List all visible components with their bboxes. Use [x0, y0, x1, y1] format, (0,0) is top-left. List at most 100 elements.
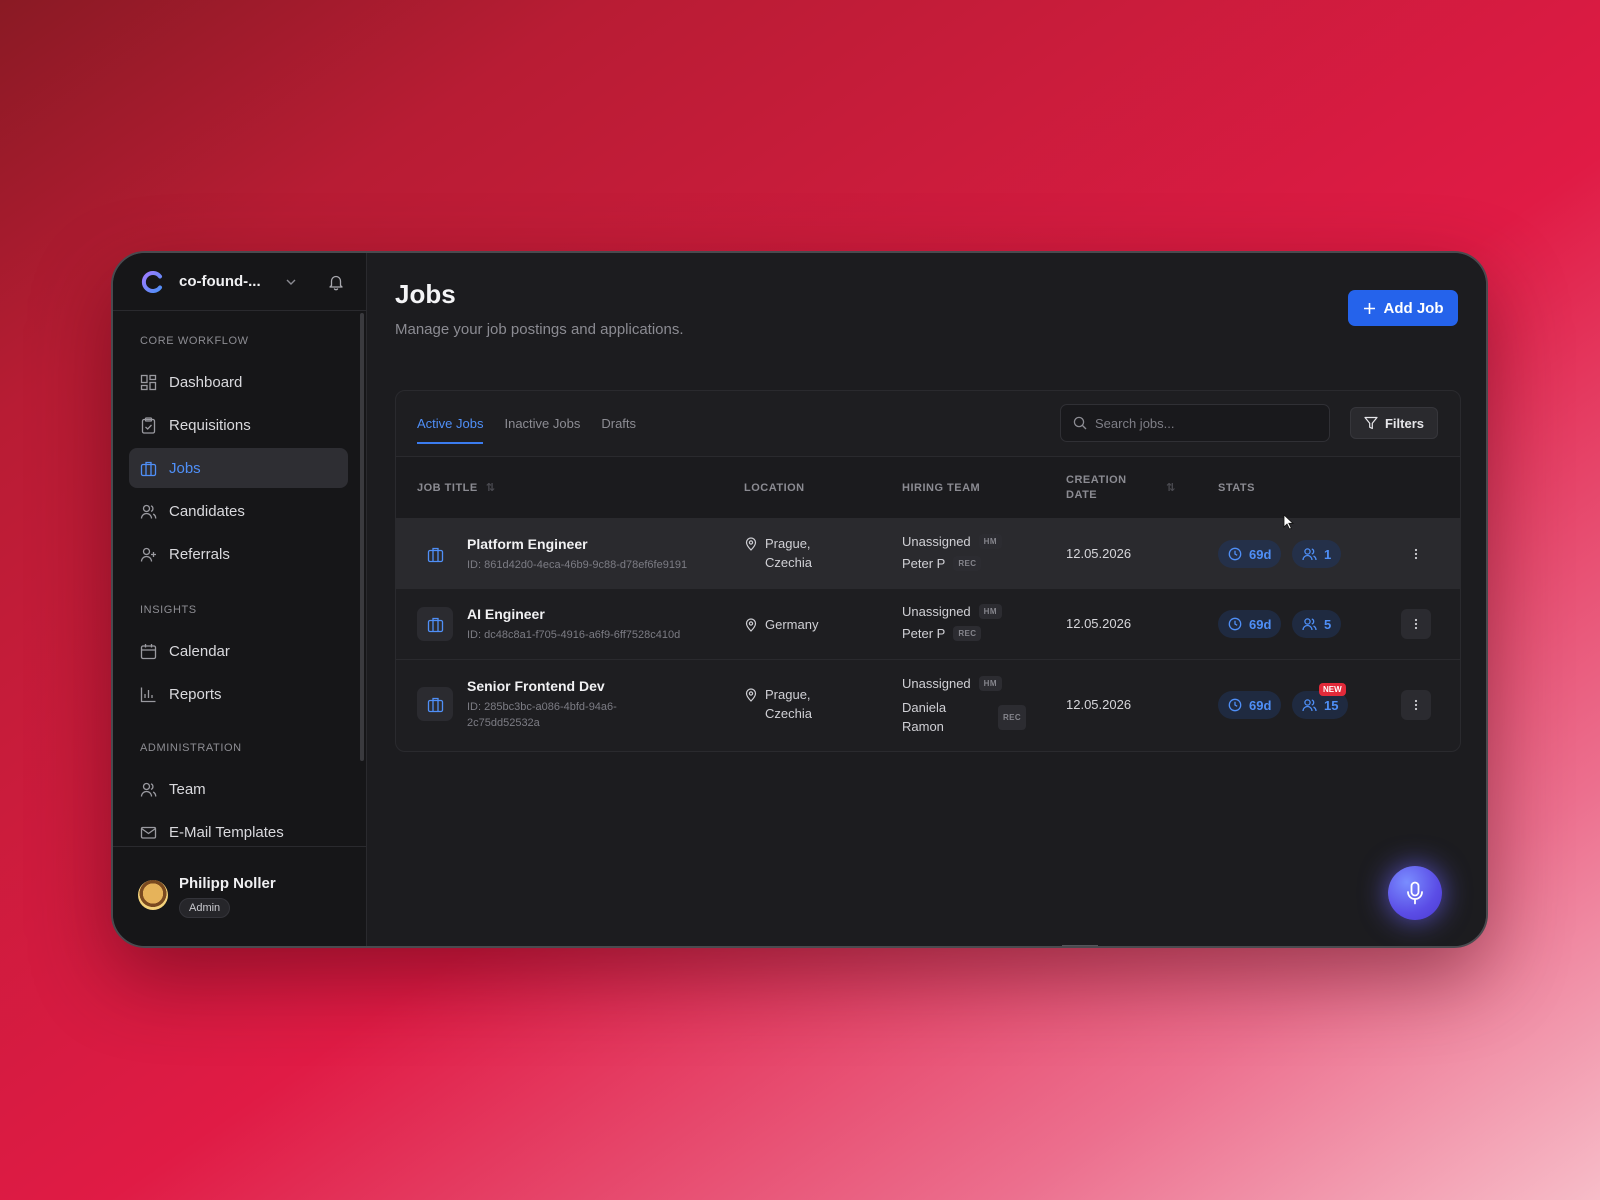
hm-tag: HM: [978, 534, 1002, 549]
user-name: Philipp Noller: [179, 875, 276, 892]
job-id: ID: dc48c8a1-f705-4916-a6f9-6ff7528c410d: [467, 627, 680, 643]
bell-icon[interactable]: [327, 273, 345, 291]
rec-tag: REC: [953, 626, 982, 641]
hiring-manager-name: Unassigned: [902, 534, 971, 549]
days-open-value: 69d: [1249, 546, 1272, 562]
workspace-switcher[interactable]: co-found-...: [179, 273, 271, 290]
search-input[interactable]: [1095, 415, 1315, 431]
days-open-stat[interactable]: 69d: [1218, 691, 1282, 719]
job-title[interactable]: Platform Engineer: [467, 536, 588, 552]
creation-date: 12.05.2026: [1066, 546, 1132, 561]
sidebar-item-dashboard[interactable]: Dashboard: [129, 362, 348, 402]
users-icon: [1302, 548, 1317, 561]
job-location: Prague, Czechia: [744, 534, 812, 572]
sidebar-scrollbar[interactable]: [360, 313, 364, 761]
sidebar-item-referrals[interactable]: Referrals: [129, 534, 348, 574]
creation-date: 12.05.2026: [1066, 697, 1132, 712]
column-header-label: JOB TITLE: [417, 482, 478, 494]
column-header-job-title[interactable]: JOB TITLE ⇅: [417, 481, 495, 496]
row-menu-button[interactable]: [1401, 609, 1431, 639]
role-badge: Admin: [179, 898, 231, 918]
row-menu-button[interactable]: [1401, 690, 1431, 720]
candidates-count: 1: [1324, 546, 1332, 562]
user-profile[interactable]: Philipp Noller Admin: [113, 846, 366, 946]
sidebar-item-reports[interactable]: Reports: [129, 674, 348, 714]
job-location: Germany: [744, 615, 818, 634]
column-header-creation-date[interactable]: CREATION DATE: [1066, 473, 1127, 503]
table-row[interactable]: AI Engineer ID: dc48c8a1-f705-4916-a6f9-…: [396, 589, 1460, 660]
voice-assistant-button[interactable]: [1388, 866, 1442, 920]
sidebar-item-label: Requisitions: [169, 416, 251, 434]
days-open-stat[interactable]: 69d: [1218, 610, 1282, 638]
location-line: Prague,: [765, 687, 811, 702]
job-id-line: ID: 285bc3bc-a086-4bfd-94a6-: [467, 701, 617, 713]
more-vertical-icon: [1414, 699, 1418, 711]
column-header-label: DATE: [1066, 489, 1098, 501]
sidebar-item-team[interactable]: Team: [129, 769, 348, 809]
sort-icon[interactable]: ⇅: [1166, 481, 1176, 496]
logo-icon: [141, 270, 162, 293]
window-resize-handle[interactable]: [1062, 945, 1098, 946]
new-badge: NEW: [1319, 683, 1346, 696]
hiring-manager: Unassigned HM: [902, 676, 1002, 691]
sort-icon[interactable]: ⇅: [486, 481, 496, 496]
job-title[interactable]: Senior Frontend Dev: [467, 678, 605, 694]
table-row[interactable]: Platform Engineer ID: 861d42d0-4eca-46b9…: [396, 519, 1460, 589]
tab-inactive-jobs[interactable]: Inactive Jobs: [504, 391, 580, 457]
mouse-cursor-icon: [1283, 514, 1295, 530]
users-icon: [1302, 699, 1317, 712]
hiring-manager: Unassigned HM: [902, 534, 1002, 549]
days-open-value: 69d: [1249, 616, 1272, 632]
table-header: JOB TITLE ⇅ LOCATION HIRING TEAM CREATION…: [396, 457, 1460, 519]
mail-icon: [140, 826, 157, 839]
more-vertical-icon: [1414, 548, 1418, 560]
candidates-stat[interactable]: 1: [1292, 540, 1342, 568]
sidebar-item-label: Reports: [169, 685, 222, 703]
filters-button[interactable]: Filters: [1350, 407, 1438, 439]
sidebar-item-calendar[interactable]: Calendar: [129, 631, 348, 671]
hiring-manager-name: Unassigned: [902, 676, 971, 691]
page-title: Jobs: [395, 279, 456, 309]
more-vertical-icon: [1414, 618, 1418, 630]
column-header-hiring-team: HIRING TEAM: [902, 482, 981, 494]
main-content: Jobs Manage your job postings and applic…: [367, 253, 1486, 946]
job-icon: [417, 537, 453, 571]
job-id-line: ID: dc48c8a1-f705-4916-a6f9-6ff7528c410d: [467, 629, 681, 641]
filters-label: Filters: [1384, 415, 1424, 431]
sidebar-item-label: Dashboard: [169, 373, 243, 391]
row-menu-button[interactable]: [1401, 539, 1431, 569]
rec-tag: REC: [953, 556, 982, 571]
sidebar-item-label: Referrals: [169, 545, 230, 563]
location-line: Czechia: [765, 555, 812, 570]
calendar-icon: [140, 643, 157, 659]
location-line: Germany: [765, 617, 819, 632]
table-row[interactable]: Senior Frontend Dev ID: 285bc3bc-a086-4b…: [396, 660, 1460, 750]
tab-drafts[interactable]: Drafts: [601, 391, 636, 457]
job-title[interactable]: AI Engineer: [467, 606, 545, 622]
dashboard-icon: [140, 374, 157, 390]
filter-icon: [1364, 416, 1378, 430]
avatar: [138, 879, 168, 910]
app-window: co-found-... CORE WORKFLOW Dashboard Req…: [111, 251, 1488, 948]
recruiter-name: Peter P: [902, 626, 946, 641]
user-plus-icon: [140, 547, 156, 562]
tab-active-jobs[interactable]: Active Jobs: [417, 391, 484, 457]
days-open-value: 69d: [1249, 697, 1272, 713]
clock-icon: [1228, 547, 1242, 561]
jobs-card: Active Jobs Inactive Jobs Drafts Filters…: [395, 390, 1461, 752]
chevron-down-icon[interactable]: [285, 276, 297, 288]
sidebar-item-jobs[interactable]: Jobs: [129, 448, 348, 488]
clock-icon: [1228, 617, 1242, 631]
job-icon: [417, 607, 453, 641]
rec-tag: REC: [998, 704, 1027, 730]
location-line: Prague,: [765, 536, 811, 551]
days-open-stat[interactable]: 69d: [1218, 540, 1282, 568]
sidebar-item-requisitions[interactable]: Requisitions: [129, 405, 348, 445]
hm-tag: HM: [978, 604, 1002, 619]
candidates-count: 15: [1324, 697, 1339, 713]
sidebar-item-candidates[interactable]: Candidates: [129, 491, 348, 531]
add-job-button[interactable]: Add Job: [1348, 290, 1458, 326]
section-label-administration: ADMINISTRATION: [140, 742, 242, 754]
section-label-core-workflow: CORE WORKFLOW: [140, 335, 249, 347]
candidates-stat[interactable]: 5: [1292, 610, 1342, 638]
